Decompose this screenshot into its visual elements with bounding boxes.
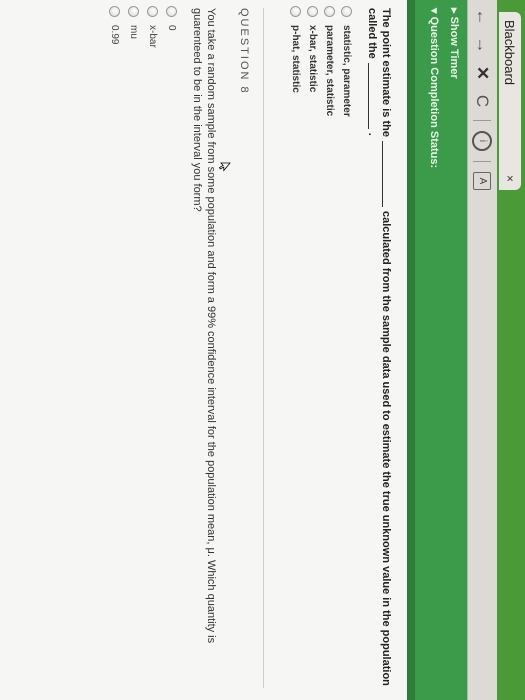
option-label: x-bar <box>147 25 158 48</box>
stop-icon[interactable]: ✕ <box>473 64 493 82</box>
answer-option[interactable]: x-bar <box>143 6 162 48</box>
header-strip <box>407 0 415 700</box>
reload-icon[interactable]: C <box>473 92 493 110</box>
radio-button[interactable] <box>324 6 335 17</box>
option-label: x-bar, statistic <box>307 25 318 93</box>
toolbar-divider <box>473 161 492 162</box>
radio-button[interactable] <box>341 6 352 17</box>
mouse-cursor-icon <box>219 162 231 172</box>
answer-option[interactable]: x-bar, statistic <box>304 6 321 117</box>
question-label: QUESTION 8 <box>238 8 250 95</box>
browser-toolbar: ← → ✕ C i A <box>467 0 497 700</box>
blank-line <box>368 62 369 129</box>
option-label: 0 <box>166 25 177 31</box>
option-label: 0.99 <box>109 25 120 45</box>
answer-option[interactable]: 0 <box>162 6 181 48</box>
answer-option[interactable]: parameter, statistic <box>321 6 338 117</box>
toolbar-divider <box>473 120 492 121</box>
blank-line <box>382 140 383 207</box>
question-completion-status[interactable]: ▾ Question Completion Status: <box>428 8 441 168</box>
question-8-options: 0 x-bar mu 0.99 <box>105 6 181 48</box>
extension-icon[interactable]: A <box>473 172 492 190</box>
option-label: p-hat, statistic <box>290 25 301 93</box>
tab-close-icon[interactable]: × <box>503 175 517 182</box>
question-content: The point estimate is thecalculated from… <box>0 0 407 700</box>
option-label: mu <box>128 25 139 39</box>
radio-button[interactable] <box>166 6 177 17</box>
completion-status-bar: ▸ Show Timer ▾ Question Completion Statu… <box>415 0 467 700</box>
question-7-text-before: The point estimate is the <box>380 8 392 137</box>
browser-tab[interactable]: Blackboard × <box>499 12 521 190</box>
site-info-icon[interactable]: i <box>472 131 493 151</box>
rotated-screen: Blackboard × ← → ✕ C i A ▸ Show Timer ▾ … <box>0 0 525 700</box>
option-label: parameter, statistic <box>324 25 335 117</box>
answer-option[interactable]: p-hat, statistic <box>287 6 304 117</box>
question-8-text: You take a random sample from some popul… <box>191 8 217 644</box>
answer-option[interactable]: statistic, parameter <box>338 6 355 117</box>
radio-button[interactable] <box>307 6 318 17</box>
option-label: statistic, parameter <box>341 25 352 117</box>
question-7-text-end: . <box>366 132 378 136</box>
question-7-options: statistic, parameter parameter, statisti… <box>287 6 355 117</box>
radio-button[interactable] <box>128 6 139 17</box>
browser-tab-strip: Blackboard × <box>497 0 525 700</box>
radio-button[interactable] <box>290 6 301 17</box>
answer-option[interactable]: mu <box>124 6 143 48</box>
radio-button[interactable] <box>109 6 120 17</box>
question-divider <box>263 8 264 688</box>
tab-title: Blackboard <box>502 20 518 86</box>
show-timer-toggle[interactable]: ▸ Show Timer <box>448 8 461 79</box>
back-arrow-icon[interactable]: ← <box>473 8 493 26</box>
answer-option[interactable]: 0.99 <box>105 6 124 48</box>
forward-arrow-icon[interactable]: → <box>473 36 493 54</box>
radio-button[interactable] <box>147 6 158 17</box>
question-7-text: The point estimate is thecalculated from… <box>365 8 393 688</box>
